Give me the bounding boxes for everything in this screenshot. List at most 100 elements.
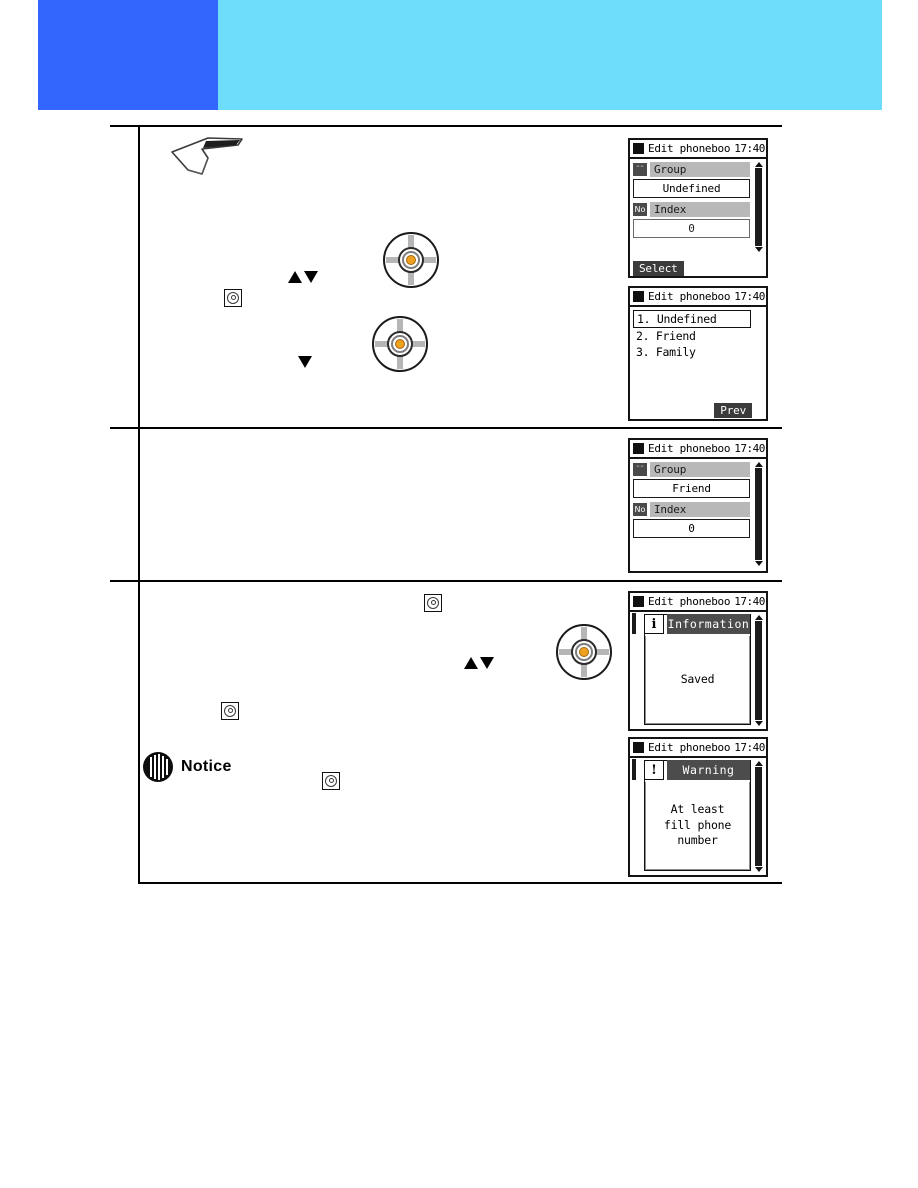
field-label-index: Index — [650, 502, 750, 517]
field-value-group[interactable]: Friend — [633, 479, 750, 498]
jog-wheel-icon-3[interactable] — [556, 624, 612, 680]
scrollbar[interactable] — [754, 462, 763, 566]
arrow-up-down-pair-1 — [288, 271, 318, 283]
group-icon: ¨¨ — [633, 163, 647, 176]
screen-body: 1. Undefined 2. Friend 3. Family — [630, 307, 766, 397]
softkey-bar: Select — [630, 255, 766, 279]
device-screen-information-dialog: Edit phoneboo 17:40 i Information Saved — [628, 591, 768, 731]
field-row-group: ¨¨ Group — [633, 462, 750, 477]
table-row-divider-2 — [110, 580, 782, 582]
scroll-up-arrow-icon[interactable] — [754, 462, 763, 467]
field-label-group: Group — [650, 462, 750, 477]
enter-key-icon-1[interactable] — [224, 287, 242, 307]
screen-title: Edit phoneboo — [648, 290, 731, 303]
header-accent-block-primary — [38, 0, 218, 110]
scroll-thumb[interactable] — [755, 168, 762, 246]
dialog-title-row: i Information — [644, 614, 750, 634]
scroll-up-arrow-icon[interactable] — [754, 761, 763, 766]
triangle-down-icon — [480, 657, 494, 669]
enter-key-icon-2[interactable] — [424, 592, 442, 612]
dialog-body: Saved — [645, 636, 750, 724]
field-row-index: No Index — [633, 202, 750, 217]
warning-icon: ! — [644, 760, 664, 780]
screen-clock: 17:40 — [734, 595, 765, 608]
table-bottom-border — [138, 882, 782, 884]
screen-body: ¨¨ Group Friend No Index 0 — [630, 459, 766, 569]
scrollbar[interactable] — [754, 162, 763, 252]
group-icon: ¨¨ — [633, 463, 647, 476]
notice-block: Notice — [143, 752, 232, 782]
enter-key-icon-4[interactable] — [322, 770, 340, 790]
screen-clock: 17:40 — [734, 142, 765, 155]
index-number-icon: No — [633, 203, 647, 216]
screen-title: Edit phoneboo — [648, 741, 731, 754]
screen-body: ! Warning At least fill phone number — [630, 758, 766, 875]
dialog-message-line: Saved — [680, 671, 715, 686]
jog-wheel-icon-2[interactable] — [372, 316, 428, 372]
field-value-group[interactable]: Undefined — [633, 179, 750, 198]
softkey-prev[interactable]: Prev — [714, 403, 752, 418]
scroll-thumb[interactable] — [755, 767, 762, 866]
field-value-index[interactable]: 0 — [633, 519, 750, 538]
field-row-index: No Index — [633, 502, 750, 517]
device-screen-group-list: Edit phoneboo 17:40 1. Undefined 2. Frie… — [628, 286, 768, 421]
triangle-up-icon — [464, 657, 478, 669]
screen-clock: 17:40 — [734, 741, 765, 754]
dialog-heading: Information — [667, 614, 750, 634]
screen-clock: 17:40 — [734, 290, 765, 303]
list-item[interactable]: 1. Undefined — [633, 310, 751, 328]
device-screen-group-undefined: Edit phoneboo 17:40 ¨¨ Group Undefined N… — [628, 138, 768, 278]
notice-label: Notice — [181, 758, 232, 775]
hand-pointer-icon — [168, 136, 246, 183]
screen-title: Edit phoneboo — [648, 595, 731, 608]
screen-clock: 17:40 — [734, 442, 765, 455]
field-value-index[interactable]: 0 — [633, 219, 750, 238]
information-dialog: i Information Saved — [644, 614, 751, 725]
background-field-strip — [632, 613, 644, 727]
scroll-down-arrow-icon[interactable] — [754, 561, 763, 566]
header-accent-block-secondary — [218, 0, 882, 110]
scroll-thumb[interactable] — [755, 621, 762, 720]
status-square-icon — [633, 291, 644, 302]
status-square-icon — [633, 742, 644, 753]
table-row-divider-1 — [110, 427, 782, 429]
list-item[interactable]: 2. Friend — [633, 328, 763, 344]
page-header-banner — [0, 0, 918, 110]
softkey-select[interactable]: Select — [633, 261, 684, 276]
warning-dialog: ! Warning At least fill phone number — [644, 760, 751, 871]
dialog-message-line: At least — [670, 802, 725, 817]
background-value-box — [634, 613, 636, 634]
screen-body: ¨¨ Group Undefined No Index 0 — [630, 159, 766, 255]
screen-title-bar: Edit phoneboo 17:40 — [630, 288, 766, 307]
scroll-down-arrow-icon[interactable] — [754, 721, 763, 726]
table-top-border — [110, 125, 782, 127]
scroll-down-arrow-icon[interactable] — [754, 247, 763, 252]
screen-title-bar: Edit phoneboo 17:40 — [630, 593, 766, 612]
scroll-down-arrow-icon[interactable] — [754, 867, 763, 872]
device-screen-warning-dialog: Edit phoneboo 17:40 ! Warning At least f… — [628, 737, 768, 877]
jog-wheel-icon-1[interactable] — [383, 232, 439, 288]
background-value-box — [634, 759, 636, 780]
scroll-thumb[interactable] — [755, 468, 762, 560]
scrollbar[interactable] — [754, 761, 763, 872]
softkey-bar: Prev — [630, 397, 766, 421]
arrow-up-down-pair-2 — [464, 657, 494, 669]
screen-title-bar: Edit phoneboo 17:40 — [630, 739, 766, 758]
index-number-icon: No — [633, 503, 647, 516]
scroll-up-arrow-icon[interactable] — [754, 615, 763, 620]
status-square-icon — [633, 143, 644, 154]
table-left-border — [138, 125, 140, 883]
field-label-index: Index — [650, 202, 750, 217]
field-row-group: ¨¨ Group — [633, 162, 750, 177]
dialog-title-row: ! Warning — [644, 760, 750, 780]
list-item[interactable]: 3. Family — [633, 344, 763, 360]
screen-title: Edit phoneboo — [648, 142, 731, 155]
status-square-icon — [633, 596, 644, 607]
scrollbar[interactable] — [754, 615, 763, 726]
scroll-up-arrow-icon[interactable] — [754, 162, 763, 167]
screen-title-bar: Edit phoneboo 17:40 — [630, 140, 766, 159]
enter-key-icon-3[interactable] — [221, 700, 239, 720]
dialog-heading: Warning — [667, 760, 750, 780]
triangle-down-icon-2 — [298, 355, 312, 373]
dialog-message-line: fill phone number — [663, 817, 732, 848]
